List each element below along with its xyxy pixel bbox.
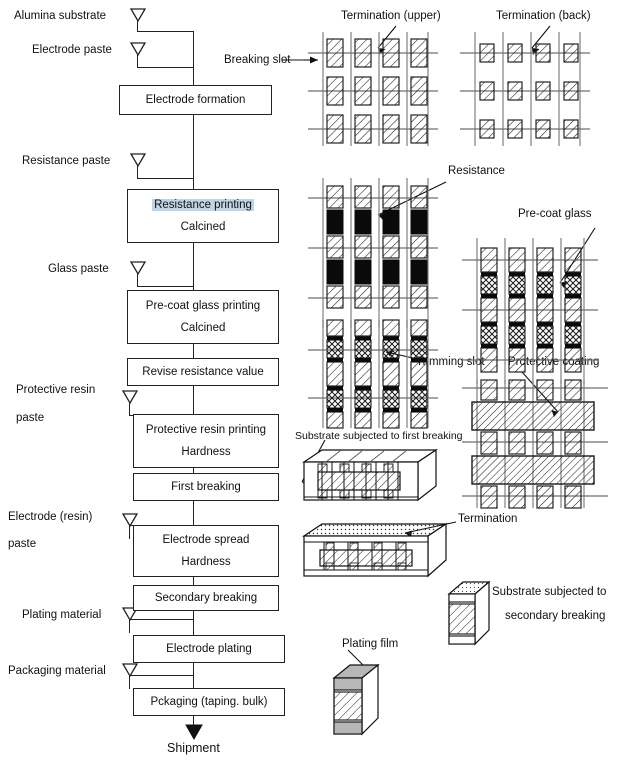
feed-connector-packaging-v [129,676,131,689]
block-termination [302,522,448,578]
illustration-column: Breaking slot Termination (upper) Termin… [224,0,620,763]
block-plating-film-chip [332,663,380,736]
material-label-resistance-paste: Resistance paste [22,155,111,167]
feed-connector-electrode-resin-v [129,526,131,539]
process-sublabel-pre-coat-glass-printing: Calcined [180,321,226,334]
shipment-label: Shipment [167,741,220,755]
material-label-alumina-substrate: Alumina substrate [14,10,107,22]
material-label-electrode-resin-paste-line1: Electrode (resin) [8,511,93,523]
feed-triangle-electrode-paste [129,42,147,57]
block-substrate-first-breaking [302,448,438,502]
feed-connector-glass-paste-h [137,286,194,288]
material-label-packaging-material: Packaging material [8,665,106,677]
material-label-plating-material: Plating material [22,609,102,621]
feed-connector-packaging-h [129,675,194,677]
feed-triangle-glass-paste [129,261,147,276]
material-label-protective-resin-paste-line1: Protective resin [16,384,96,396]
panel-termination-upper [308,32,438,146]
feed-triangle-resistance-paste [129,153,147,168]
panel-termination-back [460,32,590,146]
feed-connector-plating-h [129,619,194,621]
feed-connector-alumina-h [137,31,194,33]
down-arrow-icon [185,724,203,741]
feed-triangle-protective-resin-paste [121,390,139,405]
material-label-protective-resin-paste-line2: paste [16,412,45,424]
material-label-glass-paste: Glass paste [48,263,109,275]
panel-protective-coating [462,379,608,509]
block-substrate-secondary-breaking [447,580,491,646]
feed-connector-resistance-paste-h [137,178,194,180]
feed-triangle-alumina-substrate [129,8,147,23]
feed-connector-plating-v [129,620,131,633]
material-label-electrode-paste: Electrode paste [32,44,112,56]
protective-coating-bar-2 [471,455,595,485]
material-label-electrode-resin-paste-line2: paste [8,538,37,550]
panel-trimmed-resistors [308,319,438,429]
process-flow-diagram: Alumina substrate Electrode paste Resist… [0,0,620,763]
protective-coating-bar-1 [471,401,595,431]
panel-resistance-printed [308,178,438,328]
process-sublabel-resistance-printing: Calcined [180,220,226,233]
panel-pre-coat-glass [462,238,598,384]
feed-connector-electrode-paste-h [137,67,194,69]
trunk-line-segment-1 [193,31,195,86]
